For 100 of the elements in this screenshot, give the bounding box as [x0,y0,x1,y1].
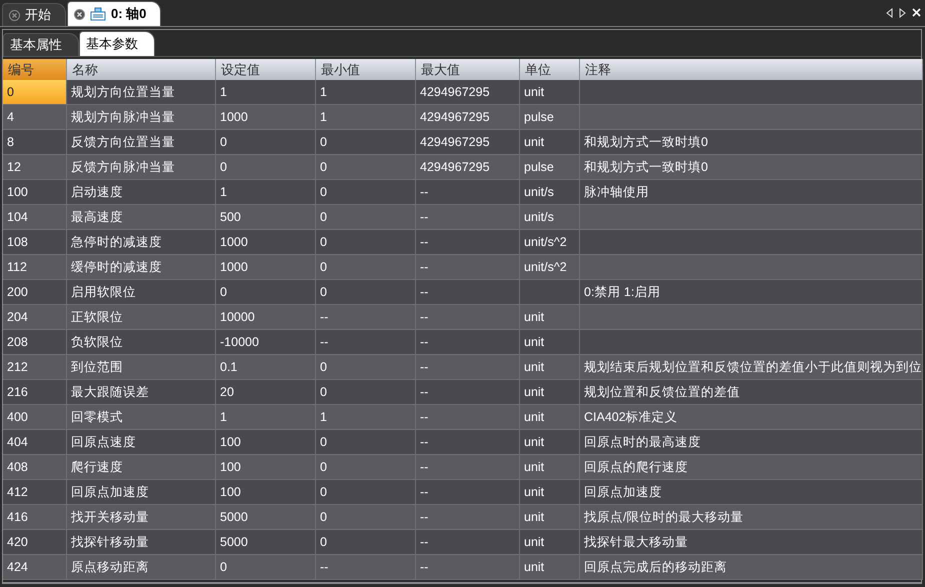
table-cell: 反馈方向脉冲当量 [67,155,216,180]
table-cell: 5000 [216,530,316,555]
table-cell: -- [416,180,520,205]
table-cell: -- [416,280,520,305]
table-cell: 找原点/限位时的最大移动量 [580,505,923,530]
table-cell: unit [520,380,580,405]
table-cell: 404 [3,430,67,455]
table-cell: 4294967295 [416,130,520,155]
table-cell: 和规划方式一致时填0 [580,155,923,180]
table-cell: 回原点加速度 [67,480,216,505]
table-cell: 100 [3,180,67,205]
table-cell: 108 [3,230,67,255]
table-cell: 12 [3,155,67,180]
table-cell: 4294967295 [416,155,520,180]
close-icon[interactable] [74,8,85,20]
table-cell: -- [416,305,520,330]
table-cell: 爬行速度 [67,455,216,480]
column-header[interactable]: 单位 [520,59,580,80]
table-cell: 0 [316,530,416,555]
column-header[interactable]: 设定值 [216,59,316,80]
table-cell: 204 [3,305,67,330]
table-cell: 到位范围 [67,355,216,380]
table-cell: 0 [316,455,416,480]
table-cell: 0 [316,255,416,280]
table-cell: 5000 [216,505,316,530]
table-cell: 负软限位 [67,330,216,355]
table-cell: 100 [216,430,316,455]
table-cell: unit [520,480,580,505]
table-cell: -- [416,480,520,505]
table-cell: 0 [216,130,316,155]
table-cell: 8 [3,130,67,155]
table-cell: pulse [520,155,580,180]
table-cell: 0 [316,230,416,255]
table-cell: -- [316,330,416,355]
table-cell: -10000 [216,330,316,355]
table-cell: 424 [3,555,67,580]
table-cell: 0 [316,280,416,305]
column-header[interactable]: 注释 [580,59,923,80]
table-cell: -- [316,305,416,330]
table-cell: 0 [316,205,416,230]
table-cell: unit [520,505,580,530]
table-cell: 400 [3,405,67,430]
table-cell: 1 [316,80,416,105]
table-cell: 0 [3,80,67,105]
table-cell: 1 [316,105,416,130]
table-cell: 规划位置和反馈位置的差值 [580,380,923,405]
document-tab[interactable]: 开始 [2,3,66,26]
device-icon [90,7,106,21]
table-cell: 找开关移动量 [67,505,216,530]
table-cell: 0 [316,155,416,180]
table-cell: -- [316,555,416,580]
tab[interactable]: 基本参数 [79,31,155,56]
table-cell: -- [416,430,520,455]
table-cell: -- [416,455,520,480]
table-cell: unit/s^2 [520,255,580,280]
table-cell: 回原点的爬行速度 [580,455,923,480]
table-cell: 420 [3,530,67,555]
column-header[interactable]: 名称 [67,59,216,80]
table-cell: 正软限位 [67,305,216,330]
table-cell: -- [416,205,520,230]
table-cell: -- [416,530,520,555]
table-cell: 回原点速度 [67,430,216,455]
table-cell: 原点移动距离 [67,555,216,580]
tab[interactable]: 基本属性 [3,33,79,56]
scroll-right-icon[interactable] [899,8,906,18]
table-cell: -- [416,330,520,355]
table-cell: 启动速度 [67,180,216,205]
table-cell: 0 [216,155,316,180]
table-cell: 1 [216,405,316,430]
column-header[interactable]: 最小值 [316,59,416,80]
table-cell: 20 [216,380,316,405]
table-cell: 208 [3,330,67,355]
scroll-left-icon[interactable] [886,8,893,18]
table-cell: 规划方向位置当量 [67,80,216,105]
table-cell: 412 [3,480,67,505]
table-cell: -- [416,255,520,280]
table-cell: unit [520,405,580,430]
table-cell: 10000 [216,305,316,330]
table-cell: 0 [316,380,416,405]
table-cell: -- [416,405,520,430]
table-cell: 212 [3,355,67,380]
table-cell: 回零模式 [67,405,216,430]
table-cell: 1000 [216,105,316,130]
table-cell: unit/s [520,205,580,230]
table-cell: 0.1 [216,355,316,380]
table-cell: unit [520,455,580,480]
table-cell [520,280,580,305]
table-cell: -- [416,555,520,580]
table-cell: 0 [316,130,416,155]
column-header[interactable]: 编号 [3,59,67,80]
table-cell: 112 [3,255,67,280]
table-cell: CIA402标准定义 [580,405,923,430]
table-cell: unit [520,80,580,105]
table-cell: unit [520,555,580,580]
table-cell: 104 [3,205,67,230]
table-cell: 4294967295 [416,105,520,130]
table-cell: unit [520,355,580,380]
document-tab[interactable]: 0: 轴0 [67,1,162,26]
column-header[interactable]: 最大值 [416,59,520,80]
table-cell: 1 [216,80,316,105]
